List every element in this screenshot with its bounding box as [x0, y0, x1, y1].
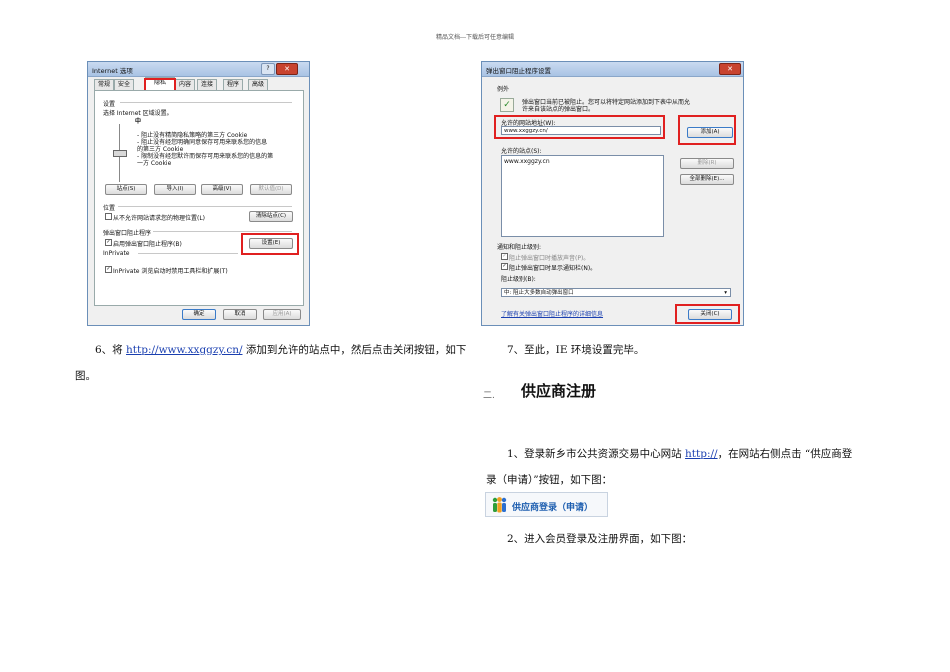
delete-button[interactable]: 删除(R) [680, 158, 734, 169]
allowed-site-item[interactable]: www.xxggzy.cn [504, 158, 550, 165]
popup-blocker-settings-dialog: 弹出窗口阻止程序设置 ✕ 例外 ✓ 弹出窗口当前已被阻止。您可以将特定网站添加到… [481, 61, 744, 326]
advanced-button[interactable]: 高级(V) [201, 184, 243, 195]
page-header: 精品文档---下载后可任意编辑 [435, 34, 515, 41]
privacy-slider-thumb[interactable] [113, 150, 127, 157]
step7-paragraph: 7、至此，IE 环境设置完毕。 [507, 344, 645, 356]
address-highlight [494, 115, 665, 139]
dialog-titlebar: 弹出窗口阻止程序设置 ✕ [482, 62, 743, 77]
step6-prefix: 6、将 [95, 344, 127, 356]
people-icon [490, 496, 508, 514]
tab-connections[interactable]: 连接 [197, 79, 217, 90]
divider [138, 253, 238, 254]
sites-button[interactable]: 站点(S) [105, 184, 147, 195]
default-button[interactable]: 默认值(D) [250, 184, 292, 195]
block-level-label: 阻止级别(B): [501, 276, 536, 283]
inprivate-checkbox[interactable]: ✓ [105, 266, 112, 273]
allowed-sites-list[interactable]: www.xxggzy.cn [501, 155, 664, 237]
location-checkbox[interactable] [105, 213, 112, 220]
popup-blocker-checkbox[interactable]: ✓ [105, 239, 112, 246]
settings-button-highlight [241, 233, 299, 255]
close-icon[interactable]: ✕ [276, 63, 298, 75]
privacy-desc-5: 一方 Cookie [137, 160, 172, 167]
notify-bar-checkbox[interactable]: ✓ [501, 263, 508, 270]
apply-button[interactable]: 应用(A) [263, 309, 301, 320]
tab-programs[interactable]: 程序 [223, 79, 243, 90]
step1-link[interactable]: http:// [685, 448, 718, 460]
privacy-level: 中 [135, 118, 142, 125]
internet-options-dialog: Internet 选项 ? ✕ 常规 安全 隐私 内容 连接 程序 高级 设置 … [87, 61, 310, 326]
step1-prefix: 1、登录新乡市公共资源交易中心网站 [507, 448, 686, 460]
divider [153, 231, 292, 232]
step1-paragraph: 1、登录新乡市公共资源交易中心网站 http://，在网站右侧点击 “供应商登 [507, 440, 887, 468]
exceptions-label: 例外 [497, 86, 510, 93]
popup-blocker-label: 弹出窗口阻止程序 [103, 230, 152, 237]
supplier-register-label: 供应商登录（申请） [512, 503, 594, 513]
dialog-titlebar: Internet 选项 ? ✕ [88, 62, 309, 77]
info-text-line2: 许来自该站点的弹出窗口。 [522, 106, 595, 113]
dialog-title: 弹出窗口阻止程序设置 [486, 67, 551, 75]
step1-line2: 录（申请）”按钮，如下图： [486, 474, 613, 486]
popup-blocker-checkbox-label: 启用弹出窗口阻止程序(B) [113, 241, 182, 248]
close-button-highlight [675, 304, 740, 324]
clear-sites-button[interactable]: 清除站点(C) [249, 211, 293, 222]
notify-label: 通知和阻止级别: [497, 244, 542, 251]
import-button[interactable]: 导入(I) [154, 184, 196, 195]
settings-label: 设置 [103, 101, 116, 108]
close-icon[interactable]: ✕ [719, 63, 741, 75]
help-icon[interactable]: ? [261, 63, 275, 75]
dialog-title: Internet 选项 [92, 67, 133, 75]
location-checkbox-label: 从不允许网站请求您的物理位置(L) [113, 215, 206, 222]
add-button-highlight [678, 115, 736, 145]
inprivate-label: InPrivate [103, 250, 130, 257]
cancel-button[interactable]: 取消 [223, 309, 257, 320]
step6-suffix: 添加到允许的站点中，然后点击关闭按钮，如下 [242, 344, 467, 356]
step1-suffix: ，在网站右侧点击 “供应商登 [717, 448, 853, 460]
tab-content[interactable]: 内容 [175, 79, 195, 90]
ok-button[interactable]: 确定 [182, 309, 216, 320]
info-icon: ✓ [500, 98, 514, 112]
supplier-register-button[interactable]: 供应商登录（申请） [485, 492, 608, 517]
notify-bar-checkbox-label: 阻止弹出窗口时显示通知栏(N)。 [509, 265, 597, 272]
tab-security[interactable]: 安全 [114, 79, 134, 90]
step2-paragraph: 2、进入会员登录及注册界面，如下图： [507, 533, 693, 545]
location-label: 位置 [103, 205, 116, 212]
section-title: 供应商注册 [521, 382, 597, 400]
tab-general[interactable]: 常规 [94, 79, 114, 90]
chevron-down-icon: ▾ [724, 290, 727, 296]
inprivate-checkbox-label: InPrivate 浏览启动时禁用工具栏和扩展(T) [113, 268, 228, 275]
step6-line2: 图。 [75, 370, 96, 382]
block-level-select[interactable]: 中: 阻止大多数自动弹出窗口 ▾ [501, 288, 731, 297]
step6-paragraph: 6、将 http://www.xxggzy.cn/ 添加到允许的站点中，然后点击… [95, 336, 475, 364]
divider [118, 206, 292, 207]
divider [120, 102, 292, 103]
tab-advanced[interactable]: 高级 [248, 79, 268, 90]
block-level-value: 中: 阻止大多数自动弹出窗口 [504, 290, 574, 296]
delete-all-button[interactable]: 全部删除(E)... [680, 174, 734, 185]
sound-checkbox[interactable]: ✓ [501, 253, 508, 260]
sound-checkbox-label: 阻止弹出窗口时播放声音(P)。 [509, 255, 590, 262]
section-number: 二. [483, 391, 495, 401]
step6-link[interactable]: http://www.xxggzy.cn/ [126, 344, 242, 356]
learn-more-link[interactable]: 了解有关弹出窗口阻止程序的详细信息 [501, 309, 603, 318]
allowed-sites-label: 允许的站点(S): [501, 148, 542, 155]
